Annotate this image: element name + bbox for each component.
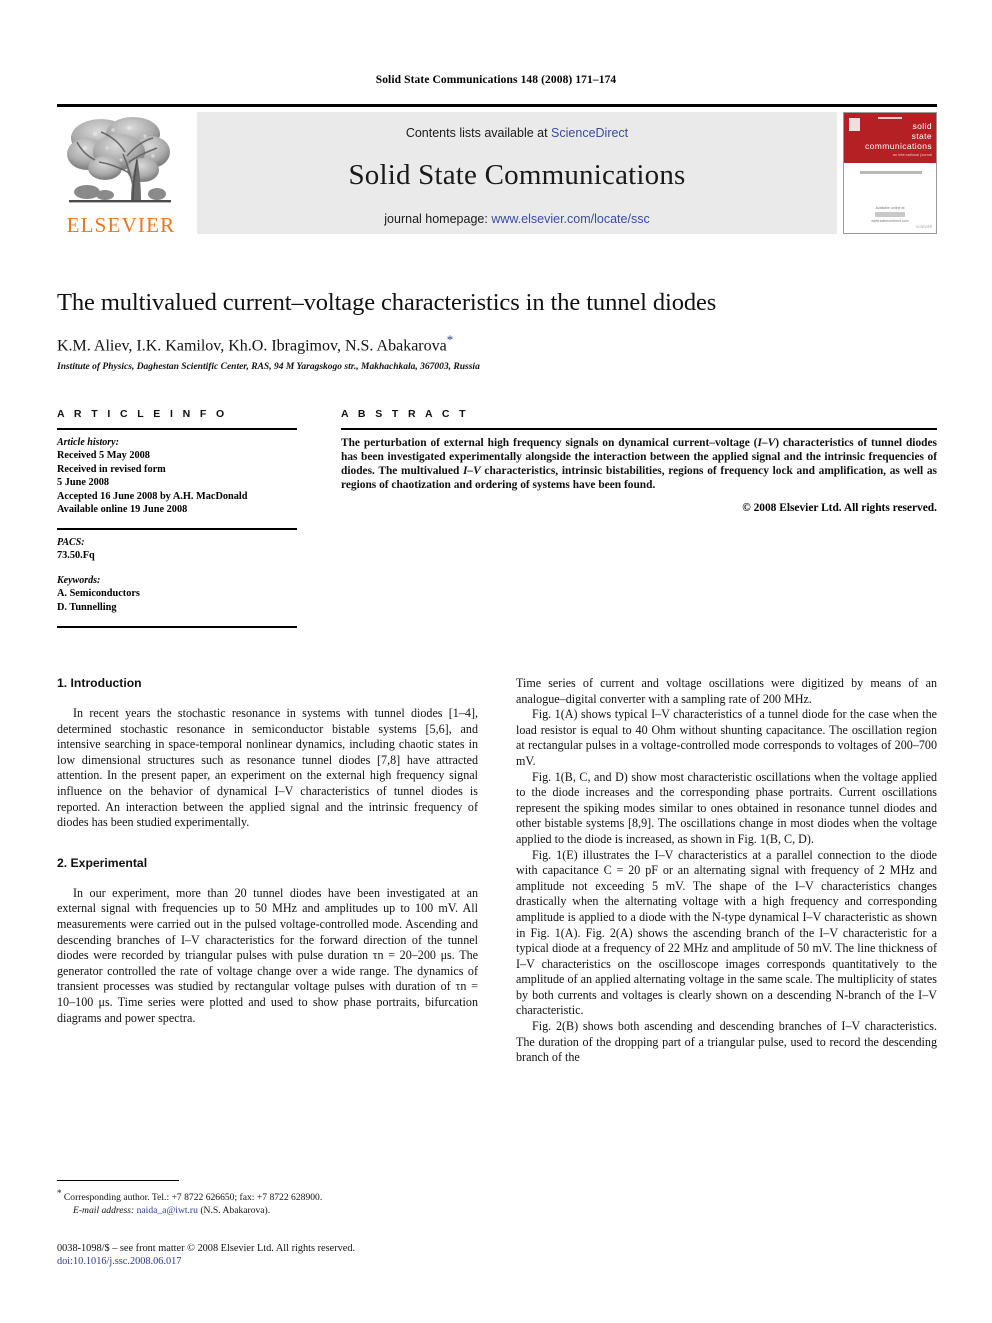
page-footer: 0038-1098/$ – see front matter © 2008 El…: [57, 1242, 507, 1268]
elsevier-wordmark: ELSEVIER: [66, 213, 176, 237]
paragraph-introduction: In recent years the stochastic resonance…: [57, 706, 478, 830]
paragraph-right-5: Fig. 2(B) shows both ascending and desce…: [516, 1019, 937, 1065]
cover-title-line2: state: [911, 131, 932, 141]
keyword-item: D. Tunnelling: [57, 601, 117, 613]
masthead-top-rule: [57, 104, 937, 107]
abstract-column: A B S T R A C T The perturbation of exte…: [341, 408, 937, 514]
journal-title: Solid State Communications: [348, 159, 686, 191]
article-info-heading: A R T I C L E I N F O: [57, 408, 228, 420]
copyright-line: © 2008 Elsevier Ltd. All rights reserved…: [742, 502, 937, 515]
paragraph-right-2: Fig. 1(A) shows typical I–V characterist…: [516, 707, 937, 768]
author-names: K.M. Aliev, I.K. Kamilov, Kh.O. Ibragimo…: [57, 337, 447, 355]
abstract-text: The perturbation of external high freque…: [341, 436, 937, 493]
elsevier-logo: ELSEVIER: [57, 112, 185, 236]
history-item: 5 June 2008: [57, 477, 110, 489]
contents-prefix: Contents lists available at: [405, 126, 552, 140]
cover-band-text: [860, 171, 922, 174]
pacs-label: PACS:: [57, 536, 85, 548]
email-owner: (N.S. Abakarova).: [200, 1205, 271, 1217]
footnote-block: * Corresponding author. Tel.: +7 8722 62…: [57, 1180, 478, 1218]
doi-label: doi:: [57, 1256, 74, 1268]
cover-footer: Available online at www.sciencedirect.co…: [844, 206, 936, 224]
article-info-bottom-rule: [57, 626, 297, 629]
abstract-heading: A B S T R A C T: [341, 408, 469, 420]
keywords-label: Keywords:: [57, 574, 101, 586]
history-item: Available online 19 June 2008: [57, 504, 188, 516]
doi-line: doi:10.1016/j.ssc.2008.06.017: [57, 1255, 507, 1268]
journal-homepage-link[interactable]: www.elsevier.com/locate/ssc: [491, 212, 649, 226]
abstract-part-italic: I–V: [757, 436, 776, 449]
journal-masthead: ELSEVIER Contents lists available at Sci…: [57, 104, 937, 236]
email-link[interactable]: naida_a@iwt.ru: [137, 1205, 198, 1216]
issn-copyright-line: 0038-1098/$ – see front matter © 2008 El…: [57, 1243, 356, 1254]
cover-footer-line1: Available online at: [875, 206, 905, 210]
journal-cover-thumbnail: solid state communications an internatio…: [843, 112, 937, 234]
abstract-part-italic: I–V: [462, 465, 481, 477]
cover-subtitle: an international journal: [892, 153, 932, 157]
page-title: The multivalued current–voltage characte…: [57, 289, 717, 316]
running-head: Solid State Communications 148 (2008) 17…: [375, 74, 617, 86]
sciencedirect-link[interactable]: ScienceDirect: [551, 126, 628, 140]
footnote-rule: [57, 1180, 179, 1182]
left-column: 1. Introduction In recent years the stoc…: [57, 676, 478, 1026]
section-heading-experimental: 2. Experimental: [57, 855, 148, 870]
cover-title-line1: solid: [912, 121, 932, 131]
paragraph-experimental: In our experiment, more than 20 tunnel d…: [57, 885, 478, 1025]
cover-title: solid state communications: [844, 121, 936, 151]
footnote-star: *: [57, 1188, 62, 1199]
corresponding-author-marker: *: [446, 332, 454, 347]
right-column: Time series of current and voltage oscil…: [516, 676, 937, 1066]
abstract-rule: [341, 428, 937, 430]
author-list: K.M. Aliev, I.K. Kamilov, Kh.O. Ibragimo…: [57, 330, 937, 356]
keyword-item: A. Semiconductors: [57, 588, 140, 600]
history-item: Received in revised form: [57, 463, 166, 475]
abstract-part: The perturbation of external high freque…: [341, 436, 758, 449]
masthead-panel: Contents lists available at ScienceDirec…: [197, 112, 837, 234]
article-info-rule: [57, 428, 297, 430]
email-label: E-mail address:: [73, 1205, 135, 1217]
cover-title-line3: communications: [864, 141, 932, 151]
email-note: E-mail address: naida_a@iwt.ru (N.S. Aba…: [57, 1205, 478, 1218]
section-heading-introduction: 1. Introduction: [57, 676, 142, 690]
cover-top-rule: [878, 117, 902, 119]
affiliation: Institute of Physics, Daghestan Scientif…: [57, 362, 480, 373]
paragraph-right-4: Fig. 1(E) illustrates the I–V characteri…: [516, 847, 937, 1018]
article-info-divider: [57, 528, 297, 530]
cover-corner-wordmark: ELSEVIER: [916, 225, 932, 229]
contents-available-line: Contents lists available at ScienceDirec…: [197, 126, 837, 140]
cover-footer-line3: www.sciencedirect.com: [871, 219, 909, 223]
doi-value[interactable]: 10.1016/j.ssc.2008.06.017: [73, 1256, 181, 1267]
article-history-label: Article history:: [57, 436, 119, 448]
pacs-value: 73.50.Fq: [57, 550, 95, 562]
corresponding-author-text: Corresponding author. Tel.: +7 8722 6266…: [63, 1192, 323, 1204]
elsevier-tree-icon: [65, 112, 175, 210]
cover-sciencedirect-logo-icon: [875, 212, 905, 217]
title-block: The multivalued current–voltage characte…: [57, 288, 937, 373]
homepage-prefix: journal homepage:: [384, 212, 492, 226]
article-info-column: A R T I C L E I N F O Article history: R…: [57, 408, 297, 629]
history-item: Accepted 16 June 2008 by A.H. MacDonald: [57, 490, 248, 502]
history-item: Received 5 May 2008: [57, 450, 150, 462]
journal-homepage-line: journal homepage: www.elsevier.com/locat…: [197, 212, 837, 226]
corresponding-author-note: * Corresponding author. Tel.: +7 8722 62…: [57, 1187, 478, 1205]
paragraph-right-3: Fig. 1(B, C, and D) show most characteri…: [516, 769, 937, 846]
journal-article-page: Solid State Communications 148 (2008) 17…: [0, 0, 992, 1323]
paragraph-right-1: Time series of current and voltage oscil…: [516, 676, 937, 706]
